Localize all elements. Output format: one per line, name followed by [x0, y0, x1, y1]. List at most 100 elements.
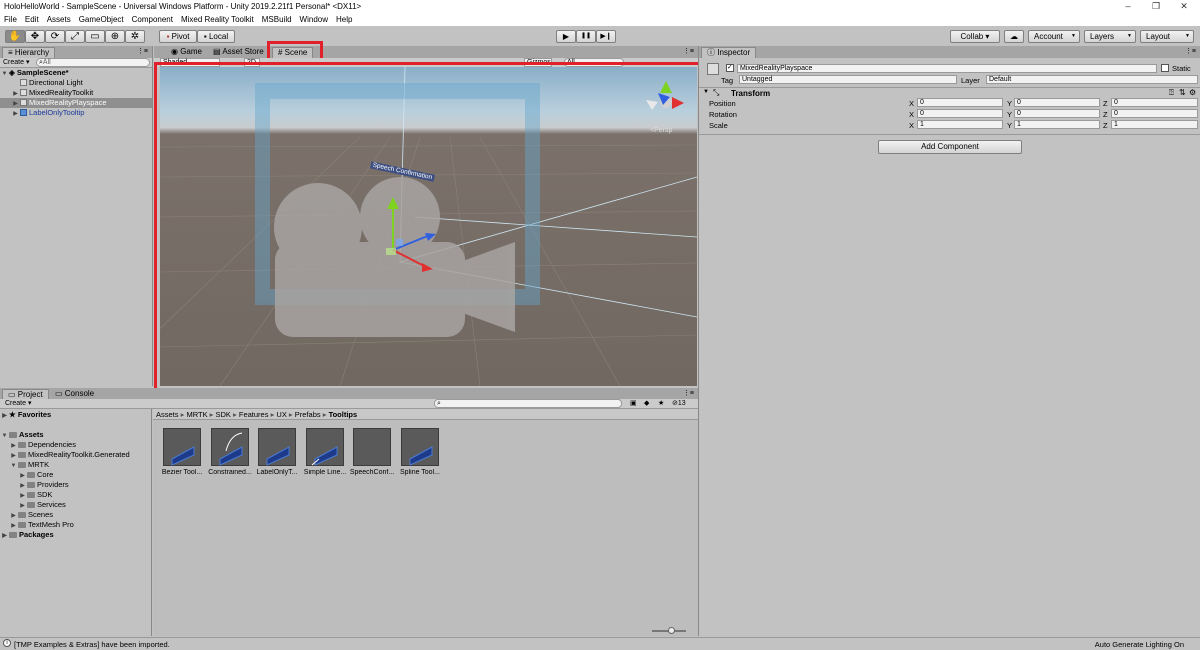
layout-dropdown[interactable]: Layout ▼ [1140, 30, 1194, 43]
favorites-row[interactable]: ▶ ★ Favorites [0, 410, 150, 420]
project-tree-item[interactable]: ▶ Dependencies [0, 440, 150, 450]
tab-asset-store[interactable]: ▤ Asset Store [208, 47, 269, 58]
scene-row[interactable]: ▼ ◈ SampleScene* [0, 68, 152, 78]
breadcrumb-item[interactable]: Tooltips [329, 410, 358, 419]
breadcrumb-item[interactable]: Assets [156, 410, 179, 419]
star-icon[interactable]: ★ [658, 399, 664, 407]
rotation-x-field[interactable]: 0 [917, 109, 1003, 118]
hidden-count[interactable]: ⊘13 [672, 399, 686, 407]
minimize-button[interactable]: – [1114, 0, 1142, 14]
rect-tool-icon[interactable]: ▭ [85, 30, 105, 43]
gear-icon[interactable]: ⚙ [1189, 88, 1196, 97]
breadcrumb-item[interactable]: MRTK [186, 410, 207, 419]
menu-assets[interactable]: Assets [43, 14, 75, 24]
collab-dropdown[interactable]: Collab ▾ [950, 30, 1000, 43]
expand-triangle-icon[interactable]: ▶ [0, 531, 9, 541]
asset-thumbnail[interactable] [163, 428, 201, 466]
auto-lighting-status[interactable]: Auto Generate Lighting On [1095, 640, 1184, 649]
menu-mrtk[interactable]: Mixed Reality Toolkit [177, 14, 258, 24]
maximize-button[interactable]: ❐ [1142, 0, 1170, 14]
project-tree-item[interactable]: ▶ MixedRealityToolkit.Generated [0, 450, 150, 460]
scale-x-field[interactable]: 1 [917, 120, 1003, 129]
rotation-z-field[interactable]: 0 [1111, 109, 1198, 118]
tag-dropdown[interactable]: Untagged [739, 75, 957, 84]
project-create-button[interactable]: Create ▾ [5, 399, 31, 407]
menu-msbuild[interactable]: MSBuild [258, 14, 296, 24]
project-tree-item[interactable]: ▶ SDK [0, 490, 150, 500]
asset-thumbnail[interactable] [211, 428, 249, 466]
breadcrumb-item[interactable]: Prefabs [295, 410, 321, 419]
project-search-input[interactable]: ⌕ [434, 399, 622, 408]
custom-tool-icon[interactable]: ✲ [125, 30, 145, 43]
hierarchy-item[interactable]: Directional Light [0, 78, 152, 88]
filter-type-icon[interactable]: ▣ [630, 399, 637, 407]
hierarchy-search-input[interactable]: ⌕All [36, 58, 150, 67]
hierarchy-item[interactable]: ▶ LabelOnlyTooltip [0, 108, 152, 118]
menu-gameobject[interactable]: GameObject [75, 14, 128, 24]
move-tool-icon[interactable]: ✥ [25, 30, 45, 43]
local-toggle[interactable]: ▪ Local [197, 30, 235, 43]
asset-thumbnail[interactable] [258, 428, 296, 466]
hierarchy-item[interactable]: ▶ MixedRealityToolkit [0, 88, 152, 98]
scale-tool-icon[interactable]: ⤢ [65, 30, 85, 43]
project-tree-item[interactable]: ▼ Assets [0, 430, 150, 440]
account-dropdown[interactable]: Account ▼ [1028, 30, 1080, 43]
preset-icon[interactable]: ⇅ [1179, 88, 1186, 97]
rotation-y-field[interactable]: 0 [1014, 109, 1100, 118]
object-name-input[interactable]: MixedRealityPlayspace [737, 64, 1157, 73]
panel-menu-icon[interactable]: ⋮≡ [1185, 47, 1196, 55]
tab-inspector[interactable]: ⓘ Inspector [701, 47, 757, 58]
hierarchy-create-button[interactable]: Create ▾ [3, 58, 29, 66]
step-button-icon[interactable]: ▶❙ [596, 30, 616, 43]
project-tree-item[interactable]: ▼ MRTK [0, 460, 150, 470]
filter-label-icon[interactable]: ◆ [644, 399, 649, 407]
transform-tool-icon[interactable]: ⊕ [105, 30, 125, 43]
project-tree-item[interactable]: ▶ Scenes [0, 510, 150, 520]
add-component-button[interactable]: Add Component [878, 140, 1022, 154]
help-icon[interactable]: ⍰ [1169, 88, 1174, 98]
expand-triangle-icon[interactable]: ▼ [703, 89, 709, 95]
panel-menu-icon[interactable]: ⋮≡ [683, 389, 694, 397]
scale-z-field[interactable]: 1 [1111, 120, 1198, 129]
pivot-toggle[interactable]: ▪ Pivot [159, 30, 197, 43]
menu-help[interactable]: Help [332, 14, 356, 24]
breadcrumb-item[interactable]: UX [276, 410, 286, 419]
menu-edit[interactable]: Edit [21, 14, 43, 24]
position-y-field[interactable]: 0 [1014, 98, 1100, 107]
position-z-field[interactable]: 0 [1111, 98, 1198, 107]
breadcrumb-item[interactable]: Features [239, 410, 269, 419]
static-checkbox[interactable] [1161, 64, 1169, 72]
play-button-icon[interactable]: ▶ [556, 30, 576, 43]
tab-game[interactable]: ◉ Game [166, 47, 207, 58]
position-x-field[interactable]: 0 [917, 98, 1003, 107]
cloud-icon[interactable]: ☁ [1004, 30, 1024, 43]
expand-triangle-icon[interactable]: ▶ [0, 411, 9, 421]
tab-hierarchy[interactable]: ≡ Hierarchy [2, 47, 56, 58]
layer-dropdown[interactable]: Default [986, 75, 1198, 84]
expand-triangle-icon[interactable]: ▶ [11, 109, 20, 119]
transform-header[interactable]: Transform [731, 89, 770, 98]
breadcrumb-item[interactable]: SDK [216, 410, 231, 419]
status-message[interactable]: [TMP Examples & Extras] have been import… [14, 640, 170, 649]
menu-component[interactable]: Component [128, 14, 177, 24]
scale-y-field[interactable]: 1 [1014, 120, 1100, 129]
panel-menu-icon[interactable]: ⋮≡ [683, 47, 694, 55]
hand-tool-icon[interactable]: ✋ [5, 30, 25, 43]
project-tree-item[interactable]: ▶ Core [0, 470, 150, 480]
asset-thumbnail[interactable] [353, 428, 391, 466]
asset-thumbnail[interactable] [401, 428, 439, 466]
close-button[interactable]: ✕ [1170, 0, 1198, 14]
layers-dropdown[interactable]: Layers ▼ [1084, 30, 1136, 43]
asset-thumbnail[interactable] [306, 428, 344, 466]
menu-window[interactable]: Window [296, 14, 332, 24]
rotate-tool-icon[interactable]: ⟳ [45, 30, 65, 43]
panel-menu-icon[interactable]: ⋮≡ [137, 47, 148, 55]
active-checkbox[interactable]: ✓ [726, 64, 734, 72]
project-tree-item[interactable]: ▶ Packages [0, 530, 150, 540]
project-tree-item[interactable]: ▶ Providers [0, 480, 150, 490]
project-tree-item[interactable]: ▶ Services [0, 500, 150, 510]
slider-handle[interactable] [668, 627, 675, 634]
project-tree-item[interactable]: ▶ TextMesh Pro [0, 520, 150, 530]
hierarchy-item-selected[interactable]: ▶ MixedRealityPlayspace [0, 98, 152, 108]
pause-button-icon[interactable]: ❚❚ [576, 30, 596, 43]
